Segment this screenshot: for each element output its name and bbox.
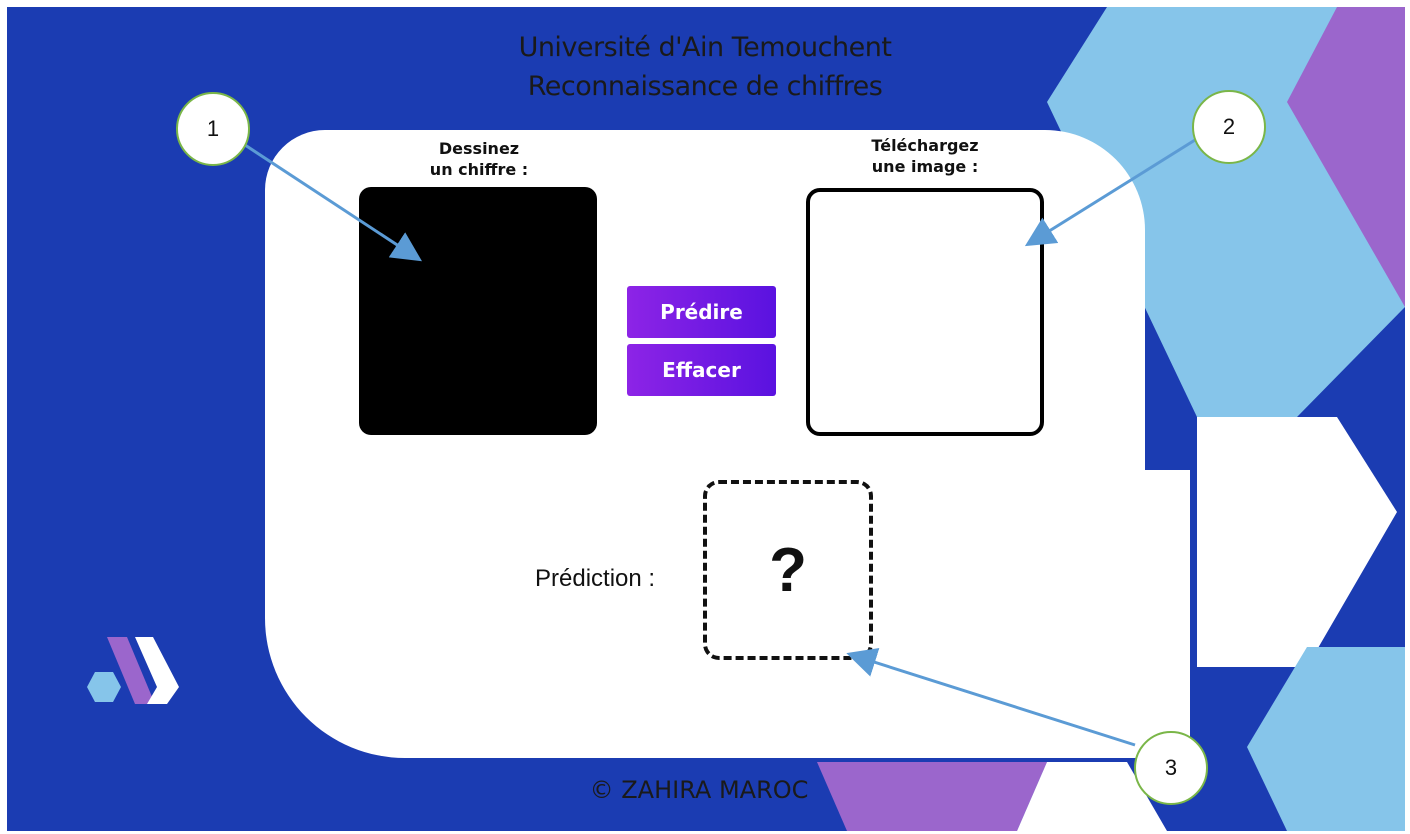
callout-3: 3 [1134,731,1208,805]
app-logo [87,637,179,704]
draw-label: Dessinez un chiffre : [399,138,559,180]
predict-button[interactable]: Prédire [627,286,776,338]
upload-label-line2: une image : [871,157,979,176]
upload-label-line1: Téléchargez [871,136,979,155]
prediction-box: ? [703,480,873,660]
draw-label-line2: un chiffre : [429,160,529,179]
prediction-label: Prédiction : [535,565,656,592]
upload-label: Téléchargez une image : [835,135,1015,177]
prediction-value: ? [769,535,807,605]
clear-button[interactable]: Effacer [627,344,776,396]
callout-2: 2 [1192,90,1266,164]
callout-1: 1 [176,92,250,166]
main-card-extension [1080,470,1190,758]
page-title-line1: Université d'Ain Temouchent [518,32,892,63]
drawing-canvas[interactable] [359,187,597,435]
draw-label-line1: Dessinez [438,139,520,158]
white-hexagon-shape [1197,417,1397,667]
image-upload-box[interactable] [806,188,1044,436]
